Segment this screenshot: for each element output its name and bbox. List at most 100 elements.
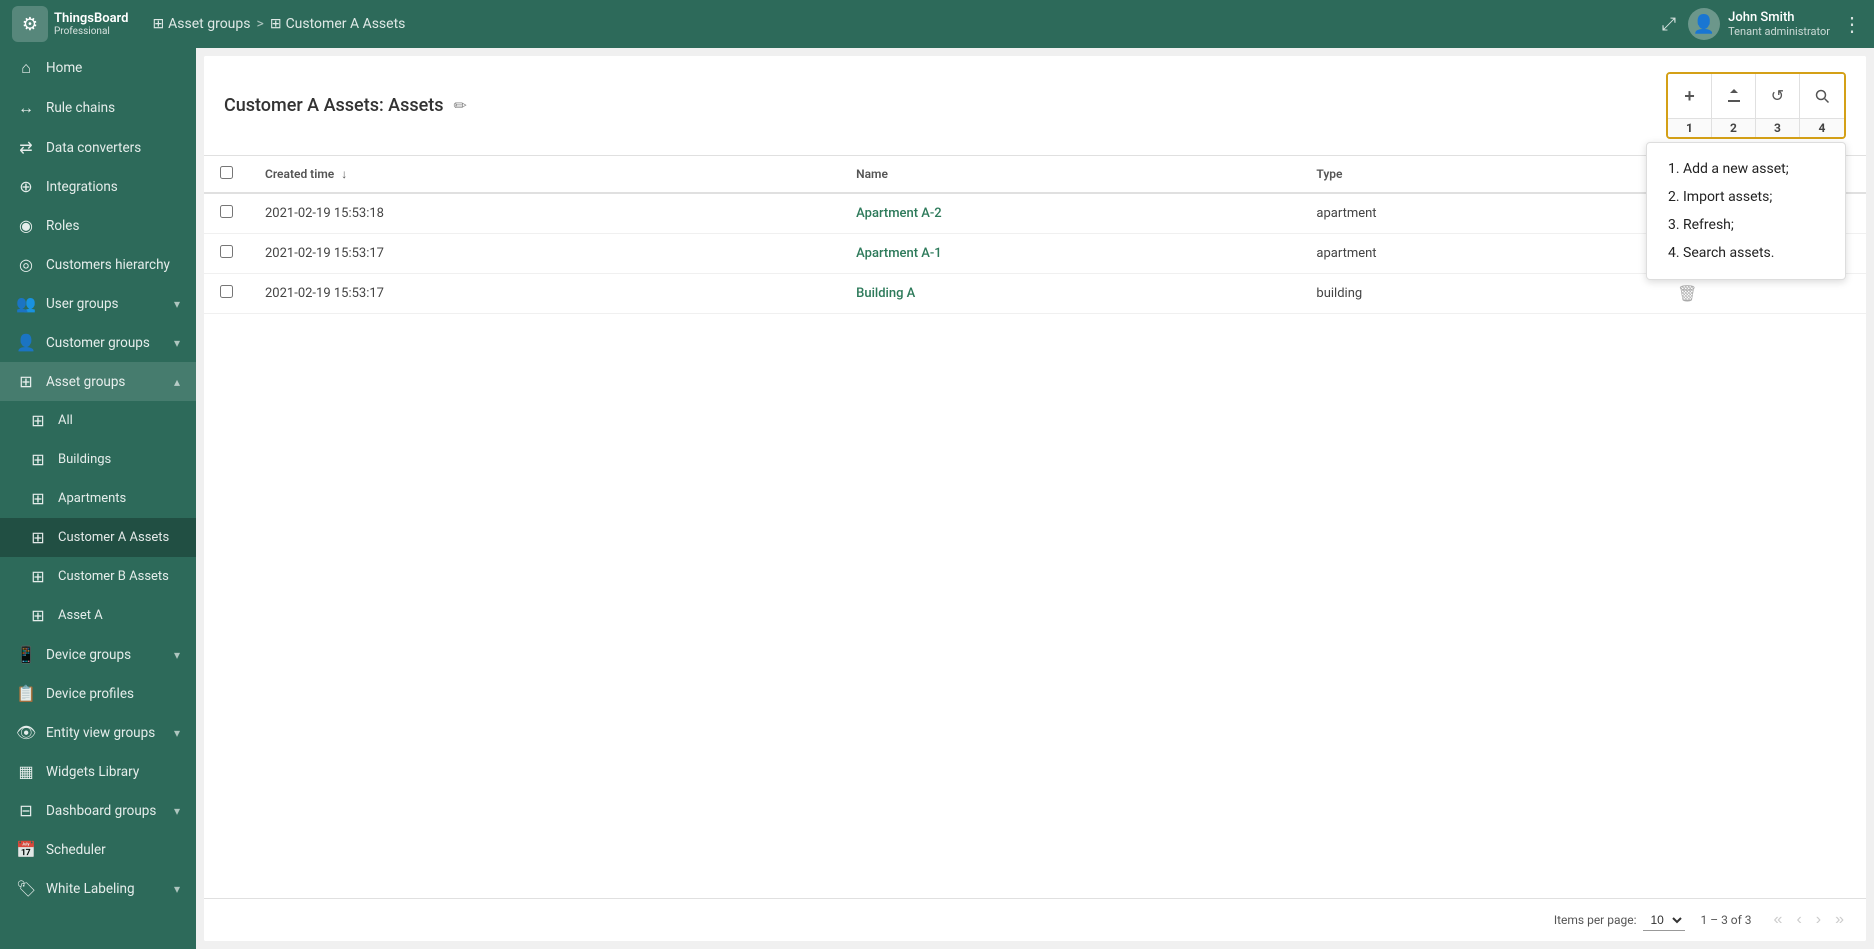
items-per-page-label: Items per page: bbox=[1554, 913, 1637, 927]
sidebar-item-customers-hierarchy[interactable]: ◎ Customers hierarchy bbox=[0, 245, 196, 284]
sidebar-item-device-groups[interactable]: 📱 Device groups ▾ bbox=[0, 635, 196, 674]
prev-page-button[interactable]: ‹ bbox=[1790, 907, 1807, 933]
sidebar-item-entity-view-groups[interactable]: 👁 Entity view groups ▾ bbox=[0, 713, 196, 752]
topbar: ⚙ ThingsBoard Professional ⊞ Asset group… bbox=[0, 0, 1874, 48]
breadcrumb-separator: > bbox=[257, 16, 264, 32]
sidebar-item-home[interactable]: ⌂ Home bbox=[0, 48, 196, 88]
device-profiles-icon: 📋 bbox=[16, 684, 36, 703]
created-time-header[interactable]: Created time ↓ bbox=[249, 156, 840, 193]
entity-view-groups-icon: 👁 bbox=[16, 723, 36, 742]
sidebar-item-customer-groups[interactable]: 👤 Customer groups ▾ bbox=[0, 323, 196, 362]
delete-icon[interactable]: 🗑 bbox=[1677, 284, 1697, 303]
customer-b-assets-icon: ⊞ bbox=[28, 567, 48, 586]
callout-item-4: Search assets. bbox=[1683, 239, 1829, 267]
sidebar-item-scheduler[interactable]: 📅 Scheduler bbox=[0, 830, 196, 869]
sidebar-label-entity-view-groups: Entity view groups bbox=[46, 725, 164, 741]
breadcrumb-icon-1: ⊞ bbox=[152, 16, 164, 32]
row-checkbox[interactable] bbox=[220, 245, 233, 258]
sidebar-item-white-labeling[interactable]: 🏷 White Labeling ▾ bbox=[0, 869, 196, 908]
type-cell: apartment bbox=[1300, 234, 1661, 274]
items-per-page-select[interactable]: 10 25 50 bbox=[1643, 910, 1685, 931]
sidebar-item-customer-b-assets[interactable]: ⊞ Customer B Assets bbox=[0, 557, 196, 596]
pagination-info: 1 – 3 of 3 bbox=[1701, 913, 1752, 927]
table-header-row: Created time ↓ Name Type bbox=[204, 156, 1866, 193]
fullscreen-icon[interactable]: ⤢ bbox=[1662, 14, 1676, 35]
page-title-area: Customer A Assets: Assets ✏ bbox=[224, 95, 467, 116]
sidebar-item-user-groups[interactable]: 👥 User groups ▾ bbox=[0, 284, 196, 323]
toolbar-container: + ↺ bbox=[1666, 72, 1846, 139]
sidebar-item-data-converters[interactable]: ⇄ Data converters bbox=[0, 128, 196, 167]
toolbar-numbers-row: 1 2 3 4 bbox=[1668, 118, 1844, 137]
items-per-page: Items per page: 10 25 50 bbox=[1554, 910, 1685, 931]
created-time-cell: 2021-02-19 15:53:17 bbox=[249, 274, 840, 314]
btn-num-3: 3 bbox=[1756, 119, 1800, 137]
add-asset-button[interactable]: + bbox=[1668, 74, 1712, 118]
sidebar-item-integrations[interactable]: ⊕ Integrations bbox=[0, 167, 196, 206]
table-row: 2021-02-19 15:53:18 Apartment A-2 apartm… bbox=[204, 193, 1866, 234]
customer-groups-chevron: ▾ bbox=[174, 336, 180, 350]
row-checkbox-cell[interactable] bbox=[204, 274, 249, 314]
first-page-button[interactable]: « bbox=[1768, 907, 1789, 933]
sidebar-item-roles[interactable]: ◉ Roles bbox=[0, 206, 196, 245]
breadcrumb-customer-a-assets[interactable]: ⊞ Customer A Assets bbox=[270, 16, 406, 32]
scheduler-icon: 📅 bbox=[16, 840, 36, 859]
sidebar-label-customers-hierarchy: Customers hierarchy bbox=[46, 257, 180, 273]
name-cell[interactable]: Apartment A-1 bbox=[840, 234, 1300, 274]
next-page-button[interactable]: › bbox=[1810, 907, 1827, 933]
sidebar-label-asset-groups: Asset groups bbox=[46, 374, 164, 390]
select-all-checkbox[interactable] bbox=[220, 166, 233, 179]
sidebar-item-asset-a[interactable]: ⊞ Asset A bbox=[0, 596, 196, 635]
sidebar-label-customer-groups: Customer groups bbox=[46, 335, 164, 351]
breadcrumb-label-2: Customer A Assets bbox=[286, 16, 406, 32]
customer-groups-icon: 👤 bbox=[16, 333, 36, 352]
name-cell[interactable]: Building A bbox=[840, 274, 1300, 314]
roles-icon: ◉ bbox=[16, 216, 36, 235]
topbar-more-icon[interactable]: ⋮ bbox=[1842, 12, 1862, 36]
sidebar-item-widgets-library[interactable]: ▦ Widgets Library bbox=[0, 752, 196, 791]
sidebar-label-dashboard-groups: Dashboard groups bbox=[46, 803, 164, 819]
table-footer: Items per page: 10 25 50 1 – 3 of 3 « ‹ … bbox=[204, 898, 1866, 941]
breadcrumb: ⊞ Asset groups > ⊞ Customer A Assets bbox=[152, 16, 1653, 32]
page-title: Customer A Assets: Assets bbox=[224, 95, 444, 116]
last-page-button[interactable]: » bbox=[1829, 907, 1850, 933]
sidebar-item-device-profiles[interactable]: 📋 Device profiles bbox=[0, 674, 196, 713]
refresh-button[interactable]: ↺ bbox=[1756, 74, 1800, 118]
sidebar-label-apartments: Apartments bbox=[58, 491, 180, 506]
user-name: John Smith bbox=[1728, 10, 1830, 25]
search-assets-button[interactable] bbox=[1800, 74, 1844, 118]
name-cell[interactable]: Apartment A-2 bbox=[840, 193, 1300, 234]
sidebar-item-rule-chains[interactable]: ↔ Rule chains bbox=[0, 88, 196, 128]
sidebar-item-apartments[interactable]: ⊞ Apartments bbox=[0, 479, 196, 518]
row-checkbox[interactable] bbox=[220, 205, 233, 218]
sidebar-label-user-groups: User groups bbox=[46, 296, 164, 312]
created-time-cell: 2021-02-19 15:53:18 bbox=[249, 193, 840, 234]
sidebar-item-all[interactable]: ⊞ All bbox=[0, 401, 196, 440]
sidebar-label-scheduler: Scheduler bbox=[46, 842, 180, 858]
select-all-header[interactable] bbox=[204, 156, 249, 193]
logo-sub: Professional bbox=[54, 26, 128, 37]
assets-table-area: Created time ↓ Name Type bbox=[204, 156, 1866, 898]
row-checkbox[interactable] bbox=[220, 285, 233, 298]
logo: ⚙ ThingsBoard Professional bbox=[12, 6, 128, 42]
sidebar-item-asset-groups[interactable]: ⊞ Asset groups ▴ bbox=[0, 362, 196, 401]
breadcrumb-icon-2: ⊞ bbox=[270, 16, 282, 32]
user-profile[interactable]: 👤 John Smith Tenant administrator bbox=[1688, 8, 1830, 40]
sidebar-item-customer-a-assets[interactable]: ⊞ Customer A Assets bbox=[0, 518, 196, 557]
home-icon: ⌂ bbox=[16, 58, 36, 78]
sidebar-item-buildings[interactable]: ⊞ Buildings bbox=[0, 440, 196, 479]
sidebar-label-home: Home bbox=[46, 60, 180, 76]
main-content: Customer A Assets: Assets ✏ + bbox=[196, 48, 1874, 949]
row-checkbox-cell[interactable] bbox=[204, 234, 249, 274]
topbar-right: ⤢ 👤 John Smith Tenant administrator ⋮ bbox=[1662, 8, 1862, 40]
import-assets-button[interactable] bbox=[1712, 74, 1756, 118]
breadcrumb-asset-groups[interactable]: ⊞ Asset groups bbox=[152, 16, 250, 32]
dashboard-groups-chevron: ▾ bbox=[174, 804, 180, 818]
integrations-icon: ⊕ bbox=[16, 177, 36, 196]
edit-icon[interactable]: ✏ bbox=[454, 96, 467, 115]
sidebar-item-dashboard-groups[interactable]: ⊟ Dashboard groups ▾ bbox=[0, 791, 196, 830]
sidebar: ⌂ Home ↔ Rule chains ⇄ Data converters ⊕… bbox=[0, 48, 196, 949]
sidebar-label-device-groups: Device groups bbox=[46, 647, 164, 663]
row-checkbox-cell[interactable] bbox=[204, 193, 249, 234]
asset-groups-icon: ⊞ bbox=[16, 372, 36, 391]
page-header: Customer A Assets: Assets ✏ + bbox=[204, 56, 1866, 156]
